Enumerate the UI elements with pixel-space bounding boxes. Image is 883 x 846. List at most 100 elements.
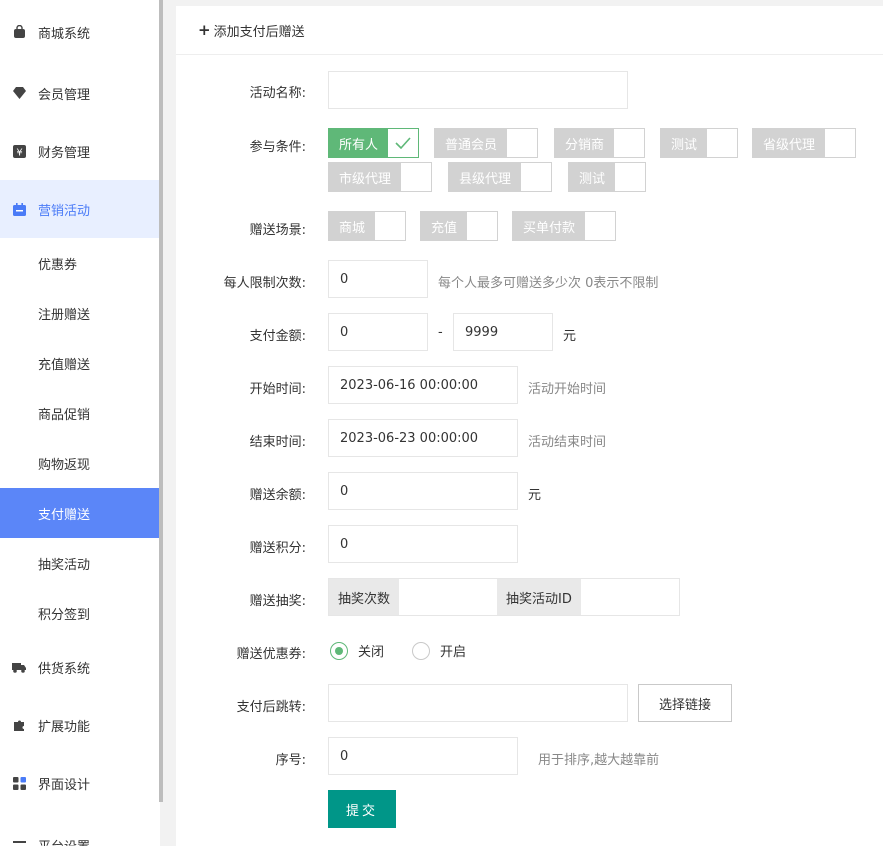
money-unit: 元 <box>528 488 542 503</box>
plus-icon: + <box>198 21 211 39</box>
sidebar-scrollbar[interactable] <box>159 0 163 802</box>
condition-text: 分销商 <box>555 129 615 157</box>
sort-input[interactable]: 0 <box>328 737 518 775</box>
score-label: 赠送积分: <box>249 541 306 556</box>
name-label: 活动名称: <box>249 86 306 101</box>
condition-text: 县级代理 <box>449 163 522 191</box>
money-input[interactable]: 0 <box>328 472 518 510</box>
sidebar-item-mall[interactable]: 商城系统 <box>0 0 160 64</box>
sidebar-item-label: 商城系统 <box>38 26 91 42</box>
pay-unit: 元 <box>563 329 577 344</box>
condition-checkbox-all[interactable]: 所有人 <box>328 128 420 158</box>
scene-checkbox-payment[interactable]: 买单付款 <box>512 211 617 241</box>
condition-text: 测试 <box>661 129 708 157</box>
sidebar-item-label: 供货系统 <box>38 661 91 677</box>
page-title: 添加支付后赠送 <box>213 24 305 40</box>
puzzle-icon <box>12 718 26 732</box>
limit-hint: 每个人最多可赠送多少次 0表示不限制 <box>438 276 659 291</box>
start-time-hint: 活动开始时间 <box>528 382 607 397</box>
condition-checkbox-distributor[interactable]: 分销商 <box>554 128 646 158</box>
scene-checkbox-recharge[interactable]: 充值 <box>420 211 499 241</box>
lottery-count-input[interactable] <box>399 579 498 615</box>
sidebar-item-members[interactable]: 会员管理 <box>0 64 160 122</box>
sidebar-item-marketing[interactable]: 营销活动 <box>0 180 160 238</box>
svg-text:¥: ¥ <box>16 147 22 158</box>
scene-checkbox-mall[interactable]: 商城 <box>328 211 407 241</box>
condition-checkbox-member[interactable]: 普通会员 <box>434 128 539 158</box>
lottery-id-input[interactable] <box>580 579 679 615</box>
condition-text: 市级代理 <box>329 163 402 191</box>
start-time-input[interactable]: 2023-06-16 00:00:00 <box>328 366 518 404</box>
truck-icon <box>12 660 26 674</box>
coupon-radio-on[interactable]: 开启 <box>412 641 466 660</box>
lottery-input-group: 抽奖次数 抽奖活动ID <box>328 578 680 616</box>
condition-checkbox-city[interactable]: 市级代理 <box>328 162 433 192</box>
submit-button[interactable]: 提交 <box>328 790 396 828</box>
condition-text: 省级代理 <box>753 129 826 157</box>
condition-label: 参与条件: <box>249 140 306 155</box>
calendar-icon <box>12 202 26 216</box>
diamond-icon <box>12 86 26 100</box>
scene-text: 充值 <box>421 212 468 240</box>
sidebar-item-supply[interactable]: 供货系统 <box>0 638 160 696</box>
sidebar-item-finance[interactable]: ¥ 财务管理 <box>0 122 160 180</box>
start-time-label: 开始时间: <box>249 382 306 397</box>
money-label: 赠送余额: <box>249 488 306 503</box>
sidebar-item-platform[interactable]: 平台设置 <box>0 816 90 846</box>
choose-link-button[interactable]: 选择链接 <box>638 684 732 722</box>
sidebar-subitem-lottery[interactable]: 抽奖活动 <box>0 538 160 588</box>
form-panel: + 添加支付后赠送 活动名称: 参与条件: 所有人 普通会员 分销商 测试 省级… <box>176 6 883 846</box>
condition-checkbox-test[interactable]: 测试 <box>660 128 739 158</box>
scene-text: 买单付款 <box>513 212 586 240</box>
sort-label: 序号: <box>275 753 306 768</box>
radio-label: 关闭 <box>358 645 385 660</box>
sidebar-item-design[interactable]: 界面设计 <box>0 754 160 812</box>
sort-hint: 用于排序,越大越靠前 <box>538 753 660 768</box>
score-input[interactable]: 0 <box>328 525 518 563</box>
pay-label: 支付金额: <box>249 329 306 344</box>
sidebar-subitem-promotion[interactable]: 商品促销 <box>0 388 160 438</box>
sidebar-item-label: 平台设置 <box>38 836 90 846</box>
sidebar-subitem-coupon[interactable]: 优惠券 <box>0 238 160 288</box>
scene-label: 赠送场景: <box>249 223 306 238</box>
bag-icon <box>12 25 26 39</box>
sidebar-subitem-cashback[interactable]: 购物返现 <box>0 438 160 488</box>
check-icon <box>388 129 418 157</box>
sidebar-item-label: 会员管理 <box>38 87 91 103</box>
condition-text: 普通会员 <box>435 129 508 157</box>
sidebar: 商城系统 会员管理 ¥ 财务管理 营销活动 优惠券 注册赠送 充值赠送 商品促销… <box>0 0 160 846</box>
end-time-label: 结束时间: <box>249 435 306 450</box>
limit-input[interactable]: 0 <box>328 260 428 298</box>
pay-min-input[interactable]: 0 <box>328 313 428 351</box>
end-time-hint: 活动结束时间 <box>528 435 607 450</box>
condition-text: 所有人 <box>329 129 389 157</box>
jump-label: 支付后跳转: <box>236 700 306 715</box>
jump-input[interactable] <box>328 684 628 722</box>
coupon-radio-off[interactable]: 关闭 <box>330 641 384 660</box>
layout-icon <box>12 776 26 790</box>
panel-header: + 添加支付后赠送 <box>176 6 883 55</box>
name-input[interactable] <box>328 71 628 109</box>
scene-text: 商城 <box>329 212 376 240</box>
sidebar-subitem-register-gift[interactable]: 注册赠送 <box>0 288 160 338</box>
sidebar-subitem-pay-gift[interactable]: 支付赠送 <box>0 488 160 538</box>
end-time-input[interactable]: 2023-06-23 00:00:00 <box>328 419 518 457</box>
limit-label: 每人限制次数: <box>223 276 306 291</box>
radio-label: 开启 <box>440 645 467 660</box>
condition-checkbox-province[interactable]: 省级代理 <box>752 128 857 158</box>
lottery-count-addon: 抽奖次数 <box>329 579 400 615</box>
radio-icon <box>330 641 348 660</box>
yen-icon: ¥ <box>12 144 26 158</box>
sidebar-item-label: 财务管理 <box>38 145 91 161</box>
lottery-id-addon: 抽奖活动ID <box>497 579 581 615</box>
sidebar-subitem-recharge-gift[interactable]: 充值赠送 <box>0 338 160 388</box>
radio-icon <box>412 641 430 660</box>
pay-max-input[interactable]: 9999 <box>453 313 553 351</box>
coupon-label: 赠送优惠券: <box>236 647 306 662</box>
condition-checkbox-county[interactable]: 县级代理 <box>448 162 553 192</box>
sidebar-item-extensions[interactable]: 扩展功能 <box>0 696 160 754</box>
sidebar-subitem-signin[interactable]: 积分签到 <box>0 588 160 638</box>
condition-checkbox-test2[interactable]: 测试 <box>568 162 647 192</box>
sidebar-item-label: 界面设计 <box>38 777 91 793</box>
settings-icon <box>12 838 26 846</box>
